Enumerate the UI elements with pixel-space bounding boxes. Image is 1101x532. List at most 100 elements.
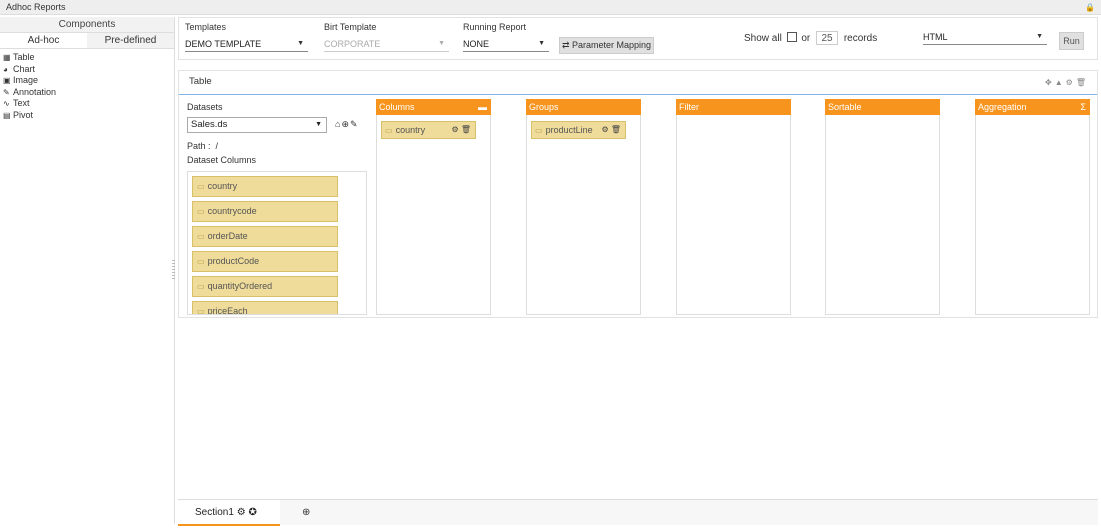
component-list: ▦ Table ◕ Chart ▣ Image ✎ Annotation ∿ Text ▤… [0, 49, 174, 120]
component-item-chart[interactable]: ◕ Chart [0, 64, 174, 74]
dataset-column-item[interactable]: ▭ priceEach [192, 301, 338, 315]
section-tabs: Section1 ⚙ ✪ ⊕ [178, 499, 1098, 526]
tab-section1[interactable]: Section1 ⚙ ✪ [178, 500, 280, 526]
filter-zone-body[interactable] [676, 115, 791, 315]
component-item-image[interactable]: ▣ Image [0, 75, 174, 85]
sigma-icon[interactable]: Σ [1080, 99, 1086, 115]
edit-icon[interactable]: ✎ [350, 119, 359, 129]
group-chip[interactable]: ▭ productLine ⚙ 🗑 [531, 121, 626, 139]
running-report-select[interactable]: NONE ▼ [463, 36, 549, 52]
templates-label: Templates [185, 22, 227, 32]
tab-ad-hoc[interactable]: Ad-hoc [0, 33, 87, 48]
chevron-down-icon: ▼ [438, 40, 445, 47]
add-icon[interactable]: ⊕ [341, 119, 350, 129]
component-tabs: Ad-hoc Pre-defined [0, 33, 174, 49]
aggregation-zone[interactable]: Aggregation Σ [975, 99, 1090, 315]
components-sidebar: Components Ad-hoc Pre-defined ▦ Table ◕ Ch… [0, 17, 175, 524]
or-label: or [801, 33, 811, 44]
column-icon: ▭ [535, 126, 543, 135]
column-icon: ▭ [385, 126, 393, 135]
dataset-select[interactable]: Sales.ds ▼ [187, 117, 327, 133]
chevron-down-icon: ▼ [538, 40, 545, 47]
filter-zone[interactable]: Filter [676, 99, 791, 315]
birt-template-label: Birt Template [324, 22, 377, 32]
pivot-icon: ▤ [3, 110, 11, 120]
add-section-icon[interactable]: ⊕ [302, 507, 310, 518]
dataset-column-item[interactable]: ▭ quantityOrdered [192, 276, 338, 297]
chevron-down-icon: ▼ [315, 121, 322, 128]
column-icon: ▭ [197, 307, 205, 315]
remove-icon[interactable]: ✪ [248, 507, 256, 518]
component-item-table[interactable]: ▦ Table [0, 52, 174, 62]
templates-select[interactable]: DEMO TEMPLATE ▼ [185, 36, 308, 52]
columns-zone-body[interactable]: ▭ country ⚙ 🗑 [376, 115, 491, 315]
trash-icon[interactable]: 🗑 [1076, 78, 1089, 87]
dataset-column-item[interactable]: ▭ orderDate [192, 226, 338, 247]
text-icon: ∿ [3, 99, 10, 108]
sortable-zone-header: Sortable [825, 99, 940, 115]
gear-icon[interactable]: ⚙ [601, 125, 608, 134]
groups-zone[interactable]: Groups ▭ productLine ⚙ 🗑 [526, 99, 641, 315]
tab-pre-defined[interactable]: Pre-defined [87, 33, 174, 48]
collapse-icon[interactable]: ▲ [1055, 78, 1066, 87]
groups-zone-header: Groups [526, 99, 641, 115]
show-all-checkbox[interactable] [786, 32, 797, 42]
column-chip[interactable]: ▭ country ⚙ 🗑 [381, 121, 476, 139]
chevron-down-icon: ▼ [297, 40, 304, 47]
gear-icon[interactable]: ⚙ [451, 125, 458, 134]
image-icon: ▣ [3, 76, 11, 85]
show-all-label: Show all [744, 33, 782, 44]
run-button[interactable]: Run [1059, 32, 1084, 50]
trash-icon[interactable]: 🗑 [461, 125, 471, 134]
dataset-columns-label: Dataset Columns [187, 155, 257, 165]
app-titlebar: Adhoc Reports 🔒 [0, 0, 1101, 15]
move-icon[interactable]: ✥ [1045, 78, 1055, 87]
gear-icon[interactable]: ⚙ [1066, 78, 1076, 87]
aggregation-zone-header: Aggregation Σ [975, 99, 1090, 115]
chevron-down-icon: ▼ [1036, 33, 1043, 40]
report-toolbar: Templates DEMO TEMPLATE ▼ Birt Template C… [178, 17, 1098, 60]
columns-zone[interactable]: Columns ▬ ▭ country ⚙ 🗑 [376, 99, 491, 315]
dataset-column-item[interactable]: ▭ countrycode [192, 201, 338, 222]
columns-icon[interactable]: ▬ [478, 99, 487, 115]
column-icon: ▭ [197, 257, 205, 266]
dataset-actions: ⌂⊕✎ [335, 119, 359, 130]
sortable-zone[interactable]: Sortable [825, 99, 940, 315]
groups-zone-body[interactable]: ▭ productLine ⚙ 🗑 [526, 115, 641, 315]
parameter-mapping-button[interactable]: ⇄ Parameter Mapping [559, 37, 654, 54]
dataset-column-item[interactable]: ▭ country [192, 176, 338, 197]
trash-icon[interactable]: 🗑 [611, 125, 621, 134]
column-icon: ▭ [197, 207, 205, 216]
output-format-select[interactable]: HTML ▼ [923, 29, 1047, 45]
birt-template-select[interactable]: CORPORATE ▼ [324, 36, 449, 52]
lock-icon[interactable]: 🔒 [1085, 0, 1095, 15]
path-label: Path : / [187, 141, 219, 151]
chart-icon: ◕ [3, 64, 8, 74]
records-count-input[interactable]: 25 [816, 31, 839, 45]
sidebar-resize-handle[interactable] [172, 260, 175, 280]
records-label: records [843, 33, 878, 44]
datasets-label: Datasets [187, 102, 223, 112]
table-icon: ▦ [3, 53, 11, 62]
sortable-zone-body[interactable] [825, 115, 940, 315]
app-title: Adhoc Reports [6, 2, 66, 12]
records-control: Show all or 25 records [744, 31, 877, 46]
dataset-columns-list[interactable]: ▭ country ▭ countrycode ▭ orderDate ▭ produc… [187, 171, 367, 315]
annotation-icon: ✎ [3, 87, 10, 97]
aggregation-zone-body[interactable] [975, 115, 1090, 315]
running-report-label: Running Report [463, 22, 527, 32]
column-icon: ▭ [197, 282, 205, 291]
column-icon: ▭ [197, 182, 205, 191]
component-item-annotation[interactable]: ✎ Annotation [0, 87, 174, 97]
component-item-pivot[interactable]: ▤ Pivot [0, 110, 174, 120]
panel-title: Table [179, 71, 1097, 95]
filter-zone-header: Filter [676, 99, 791, 115]
components-header: Components [0, 17, 174, 33]
columns-zone-header: Columns ▬ [376, 99, 491, 115]
gear-icon[interactable]: ⚙ [237, 507, 246, 518]
table-panel: Table ✥▲⚙🗑 Datasets Sales.ds ▼ ⌂⊕✎ Path :… [178, 70, 1098, 318]
dataset-column-item[interactable]: ▭ productCode [192, 251, 338, 272]
panel-actions: ✥▲⚙🗑 [1045, 78, 1089, 87]
component-item-text[interactable]: ∿ Text [0, 98, 174, 108]
column-icon: ▭ [197, 232, 205, 241]
